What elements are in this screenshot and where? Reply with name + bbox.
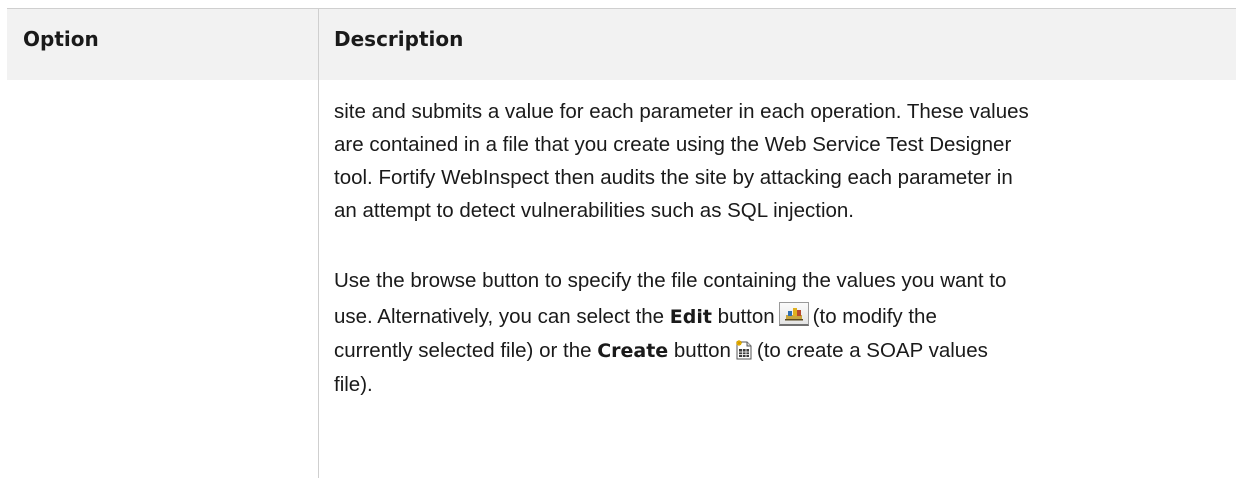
paragraph-line: file). [334, 373, 373, 396]
paragraph-text: currently selected file) or the [334, 339, 598, 362]
create-values-file-icon [735, 337, 753, 360]
options-table: Option Description site and submits a va… [0, 0, 1236, 478]
description-paragraph-1: site and submits a value for each parame… [334, 95, 1229, 227]
edit-values-file-icon [778, 302, 809, 326]
paragraph-line: currently selected file) or the Create b… [334, 334, 1229, 368]
paragraph-line: an attempt to detect vulnerabilities suc… [334, 199, 854, 222]
paragraph-line: use. Alternatively, you can select the E… [334, 300, 1229, 334]
paragraph-line: tool. Fortify WebInspect then audits the… [334, 166, 1013, 189]
header-column-divider [318, 8, 319, 80]
paragraph-text: (to modify the [812, 305, 937, 328]
paragraph-line: are contained in a file that you create … [334, 133, 1012, 156]
paragraph-line: Use the browse button to specify the fil… [334, 269, 1007, 292]
edit-label: Edit [669, 306, 712, 328]
create-label: Create [597, 340, 669, 362]
description-paragraph-2: Use the browse button to specify the fil… [334, 264, 1229, 401]
paragraph-text: use. Alternatively, you can select the [334, 305, 670, 328]
table-header-row [7, 8, 1236, 80]
paragraph-text: button [668, 339, 731, 362]
header-option: Option [23, 27, 99, 51]
paragraph-line: site and submits a value for each parame… [334, 100, 1029, 123]
body-column-divider [318, 80, 319, 478]
header-description: Description [334, 27, 464, 51]
paragraph-text: (to create a SOAP values [756, 339, 988, 362]
paragraph-text: button [711, 305, 775, 328]
